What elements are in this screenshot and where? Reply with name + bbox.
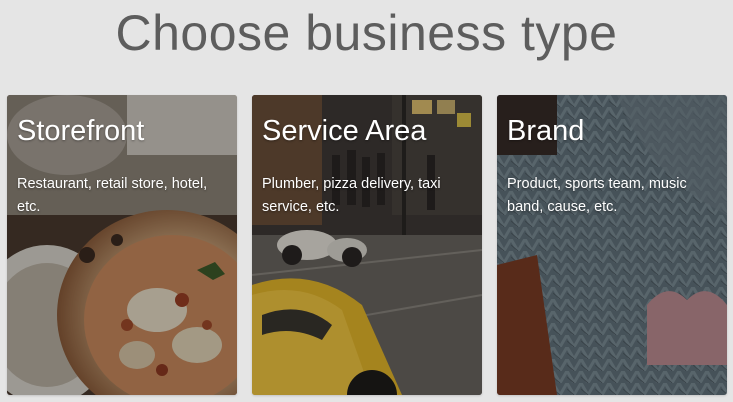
card-description: Restaurant, retail store, hotel, etc. [17, 176, 208, 215]
card-description: Product, sports team, music band, cause,… [507, 176, 687, 215]
card-title: Brand [507, 115, 585, 147]
business-type-card-storefront[interactable]: Storefront Restaurant, retail store, hot… [7, 95, 237, 395]
card-title: Service Area [262, 115, 427, 147]
business-type-card-service-area[interactable]: Service Area Plumber, pizza delivery, ta… [252, 95, 482, 395]
business-type-card-brand[interactable]: Brand Product, sports team, music band, … [497, 95, 727, 395]
card-title: Storefront [17, 115, 145, 147]
page-title: Choose business type [115, 5, 618, 61]
card-description: Plumber, pizza delivery, taxi service, e… [262, 176, 441, 215]
